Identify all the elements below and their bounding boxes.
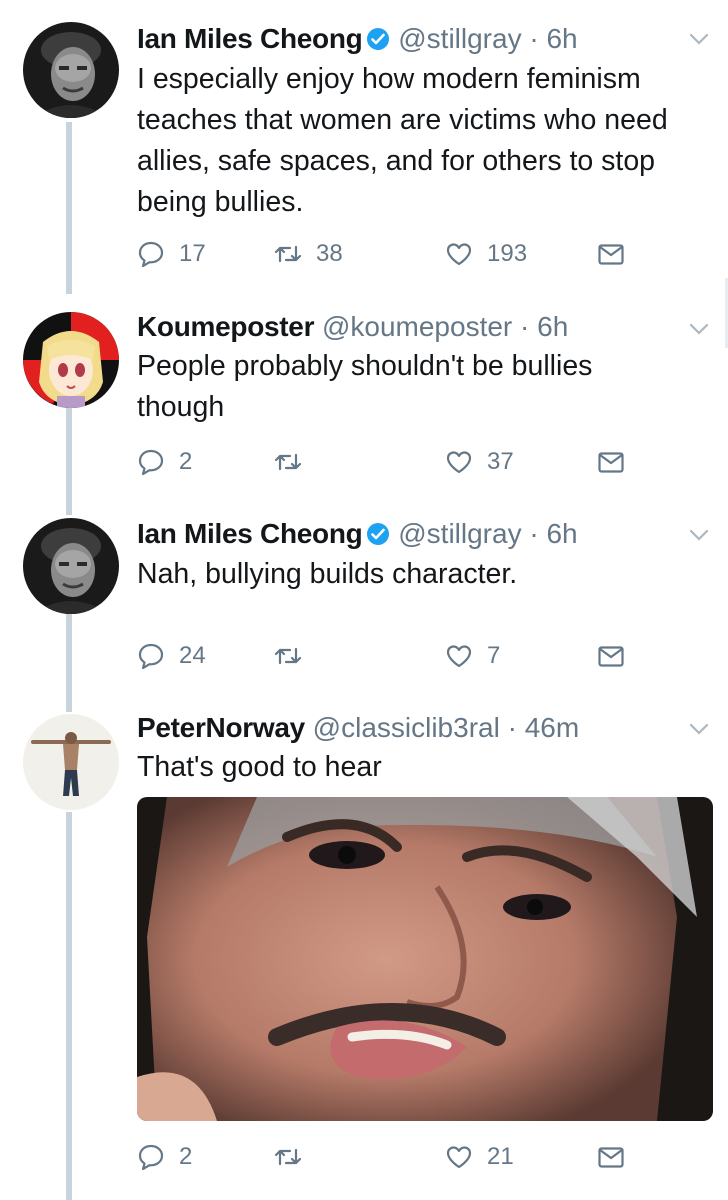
- heart-icon: [446, 1146, 472, 1169]
- reply-count: 2: [179, 448, 193, 475]
- envelope-icon: [598, 452, 624, 473]
- tweet-text: That's good to hear: [137, 751, 382, 783]
- avatar-photo-bw-man: [23, 22, 119, 118]
- tweet[interactable]: Ian Miles Cheong @stillgray · 6h Nah, bu…: [0, 500, 728, 700]
- tweet-actions: 17 38 193: [137, 238, 657, 270]
- chevron-down-icon[interactable]: [688, 718, 710, 740]
- envelope-icon: [598, 646, 624, 667]
- timestamp[interactable]: 6h: [537, 311, 568, 342]
- display-name[interactable]: Ian Miles Cheong: [137, 518, 363, 549]
- tweet-text: I especially enjoy how modern feminism t…: [137, 63, 668, 218]
- retweet-button[interactable]: [274, 640, 316, 672]
- avatar[interactable]: [23, 518, 119, 614]
- chevron-down-icon[interactable]: [688, 524, 710, 546]
- tweet[interactable]: Ian Miles Cheong @stillgray · 6h I espec…: [0, 0, 728, 290]
- like-button[interactable]: 193: [445, 238, 527, 270]
- like-count: 193: [487, 240, 528, 267]
- tweet-actions: 2 37: [137, 446, 657, 478]
- tweet-actions: 2 21: [137, 1141, 657, 1173]
- heart-icon: [446, 645, 472, 668]
- like-count: 21: [487, 1143, 514, 1170]
- heart-icon: [446, 451, 472, 474]
- tweet-header: Ian Miles Cheong @stillgray · 6h: [137, 517, 578, 551]
- tweet-header: PeterNorway @classiclib3ral · 46m: [137, 711, 579, 745]
- reply-button[interactable]: 2: [137, 446, 192, 478]
- tweet-header: Ian Miles Cheong @stillgray · 6h: [137, 22, 578, 56]
- direct-message-button[interactable]: [597, 446, 625, 478]
- reply-icon: [138, 241, 164, 268]
- verified-badge-icon: [366, 25, 390, 50]
- reply-icon: [138, 1144, 164, 1171]
- retweet-button[interactable]: 38: [274, 238, 343, 270]
- envelope-icon: [598, 244, 624, 265]
- retweet-button[interactable]: [274, 1141, 316, 1173]
- reply-icon: [138, 643, 164, 670]
- reply-count: 2: [179, 1143, 193, 1170]
- display-name[interactable]: PeterNorway: [137, 712, 305, 743]
- display-name[interactable]: Ian Miles Cheong: [137, 23, 363, 54]
- reply-count: 24: [179, 642, 206, 669]
- like-count: 37: [487, 448, 514, 475]
- avatar[interactable]: [23, 312, 119, 408]
- avatar-photo-bw-man: [23, 518, 119, 614]
- username[interactable]: @stillgray: [398, 518, 521, 549]
- like-button[interactable]: 37: [445, 446, 514, 478]
- separator: ·: [507, 712, 517, 743]
- reply-count: 17: [179, 240, 206, 267]
- verified-badge-icon: [366, 520, 390, 545]
- tweet-actions: 24 7: [137, 640, 657, 672]
- timestamp[interactable]: 6h: [546, 23, 577, 54]
- direct-message-button[interactable]: [597, 1141, 625, 1173]
- retweet-icon: [274, 647, 302, 665]
- tweet-header: Koumeposter @koumeposter · 6h: [137, 310, 568, 344]
- heart-icon: [446, 243, 472, 266]
- reply-button[interactable]: 24: [137, 640, 206, 672]
- reply-icon: [138, 449, 164, 476]
- separator: ·: [529, 23, 539, 54]
- display-name[interactable]: Koumeposter: [137, 311, 314, 342]
- tweet-text: Nah, bullying builds character.: [137, 558, 518, 590]
- like-button[interactable]: 21: [445, 1141, 514, 1173]
- timestamp[interactable]: 46m: [525, 712, 579, 743]
- chevron-down-icon[interactable]: [688, 28, 710, 50]
- tweet-text: People probably shouldn't be bullies tho…: [137, 350, 593, 423]
- username[interactable]: @koumeposter: [322, 311, 512, 342]
- avatar-man-arms-outstretched: [23, 714, 119, 810]
- separator: ·: [529, 518, 539, 549]
- like-button[interactable]: 7: [445, 640, 500, 672]
- like-count: 7: [487, 642, 501, 669]
- retweet-icon: [274, 245, 302, 263]
- chevron-down-icon[interactable]: [688, 318, 710, 340]
- retweet-button[interactable]: [274, 446, 316, 478]
- tweet-media-image[interactable]: [137, 797, 713, 1121]
- username[interactable]: @classiclib3ral: [313, 712, 500, 743]
- avatar-anime-girl: [23, 312, 119, 408]
- retweet-icon: [274, 453, 302, 471]
- direct-message-button[interactable]: [597, 238, 625, 270]
- reply-button[interactable]: 17: [137, 238, 206, 270]
- avatar[interactable]: [23, 714, 119, 810]
- separator: ·: [520, 311, 530, 342]
- retweet-count: 38: [316, 240, 343, 267]
- envelope-icon: [598, 1147, 624, 1168]
- tweet[interactable]: Koumeposter @koumeposter · 6h People pro…: [0, 290, 728, 500]
- direct-message-button[interactable]: [597, 640, 625, 672]
- avatar[interactable]: [23, 22, 119, 118]
- reply-button[interactable]: 2: [137, 1141, 192, 1173]
- photo-closeup-face: [137, 797, 713, 1121]
- retweet-icon: [274, 1148, 302, 1166]
- username[interactable]: @stillgray: [398, 23, 521, 54]
- timestamp[interactable]: 6h: [546, 518, 577, 549]
